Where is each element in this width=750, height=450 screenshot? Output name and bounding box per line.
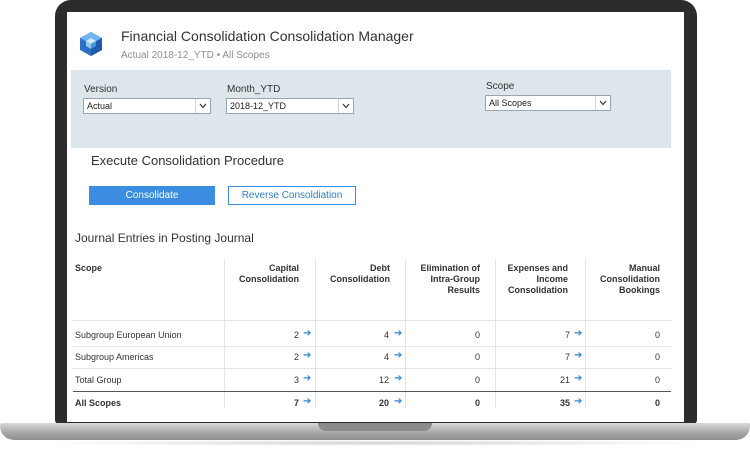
expenses-total: 35: [559, 398, 570, 408]
cube-logo-icon: [77, 30, 105, 58]
arrow-right-icon[interactable]: ➔: [394, 350, 402, 361]
scope-value: All Scopes: [489, 98, 532, 108]
chevron-down-icon: [338, 99, 353, 113]
manual-value: 0: [654, 330, 660, 340]
expenses-value: 21: [559, 375, 570, 385]
scope-select[interactable]: All Scopes: [485, 95, 611, 111]
laptop-shadow: [30, 440, 720, 446]
capital-value: 3: [293, 375, 299, 385]
row-scope-label: All Scopes: [75, 398, 122, 408]
column-header-expenses: Expenses and Income Consolidation: [507, 263, 568, 295]
row-divider: [73, 368, 671, 369]
elimination-value: 0: [474, 330, 480, 340]
arrow-right-icon[interactable]: ➔: [303, 350, 311, 361]
capital-total: 7: [293, 398, 299, 408]
row-scope-label: Subgroup European Union: [75, 330, 182, 340]
arrow-right-icon[interactable]: ➔: [394, 373, 402, 384]
debt-value: 4: [383, 330, 389, 340]
debt-total: 20: [378, 398, 389, 408]
consolidate-button[interactable]: Consolidate: [89, 186, 215, 205]
reverse-consolidation-button[interactable]: Reverse Consoldiation: [228, 186, 356, 205]
arrow-right-icon[interactable]: ➔: [394, 328, 402, 339]
row-divider: [73, 346, 671, 347]
version-value: Actual: [87, 101, 113, 111]
filter-bar: Version Actual Month_YTD 2018-12_YTD Sco…: [71, 70, 671, 148]
app-screen: Financial Consolidation Consolidation Ma…: [67, 12, 684, 422]
column-divider: [495, 259, 496, 408]
elimination-value: 0: [474, 352, 480, 362]
page-subtitle: Actual 2018-12_YTD • All Scopes: [121, 50, 270, 61]
journal-section-title: Journal Entries in Posting Journal: [75, 231, 254, 245]
expenses-value: 7: [564, 330, 570, 340]
manual-value: 0: [654, 375, 660, 385]
arrow-right-icon[interactable]: ➔: [574, 396, 582, 407]
arrow-right-icon[interactable]: ➔: [303, 373, 311, 384]
column-divider: [224, 259, 225, 408]
debt-value: 4: [383, 352, 389, 362]
row-scope-label: Subgroup Americas: [75, 352, 154, 362]
row-scope-label: Total Group: [75, 375, 122, 385]
column-divider: [315, 259, 316, 408]
arrow-right-icon[interactable]: ➔: [574, 350, 582, 361]
elimination-total: 0: [474, 398, 480, 408]
column-header-elimination: Elimination of Intra-Group Results: [420, 263, 481, 295]
arrow-right-icon[interactable]: ➔: [574, 373, 582, 384]
manual-total: 0: [654, 398, 660, 408]
app-header: Financial Consolidation Consolidation Ma…: [67, 12, 684, 70]
column-header-scope: Scope: [75, 263, 103, 273]
debt-value: 12: [378, 375, 389, 385]
column-header-capital: Capital Consolidation: [239, 263, 299, 284]
arrow-right-icon[interactable]: ➔: [303, 328, 311, 339]
table-header-divider: [73, 320, 671, 321]
capital-value: 2: [293, 352, 299, 362]
column-divider: [585, 259, 586, 408]
capital-value: 2: [293, 330, 299, 340]
month-value: 2018-12_YTD: [230, 101, 287, 111]
arrow-right-icon[interactable]: ➔: [303, 396, 311, 407]
total-divider: [73, 391, 671, 392]
column-header-debt: Debt Consolidation: [330, 263, 390, 284]
elimination-value: 0: [474, 375, 480, 385]
manual-value: 0: [654, 352, 660, 362]
chevron-down-icon: [195, 99, 210, 113]
column-header-manual: Manual Consolidation Bookings: [600, 263, 660, 295]
month-label: Month_YTD: [227, 84, 281, 95]
month-select[interactable]: 2018-12_YTD: [226, 98, 354, 114]
arrow-right-icon[interactable]: ➔: [394, 396, 402, 407]
version-select[interactable]: Actual: [83, 98, 211, 114]
execute-section-title: Execute Consolidation Procedure: [91, 153, 284, 168]
version-label: Version: [84, 84, 118, 95]
chevron-down-icon: [595, 96, 610, 110]
scope-label: Scope: [486, 81, 515, 92]
laptop-notch: [318, 423, 432, 431]
arrow-right-icon[interactable]: ➔: [574, 328, 582, 339]
column-divider: [405, 259, 406, 408]
expenses-value: 7: [564, 352, 570, 362]
page-title: Financial Consolidation Consolidation Ma…: [121, 28, 414, 44]
